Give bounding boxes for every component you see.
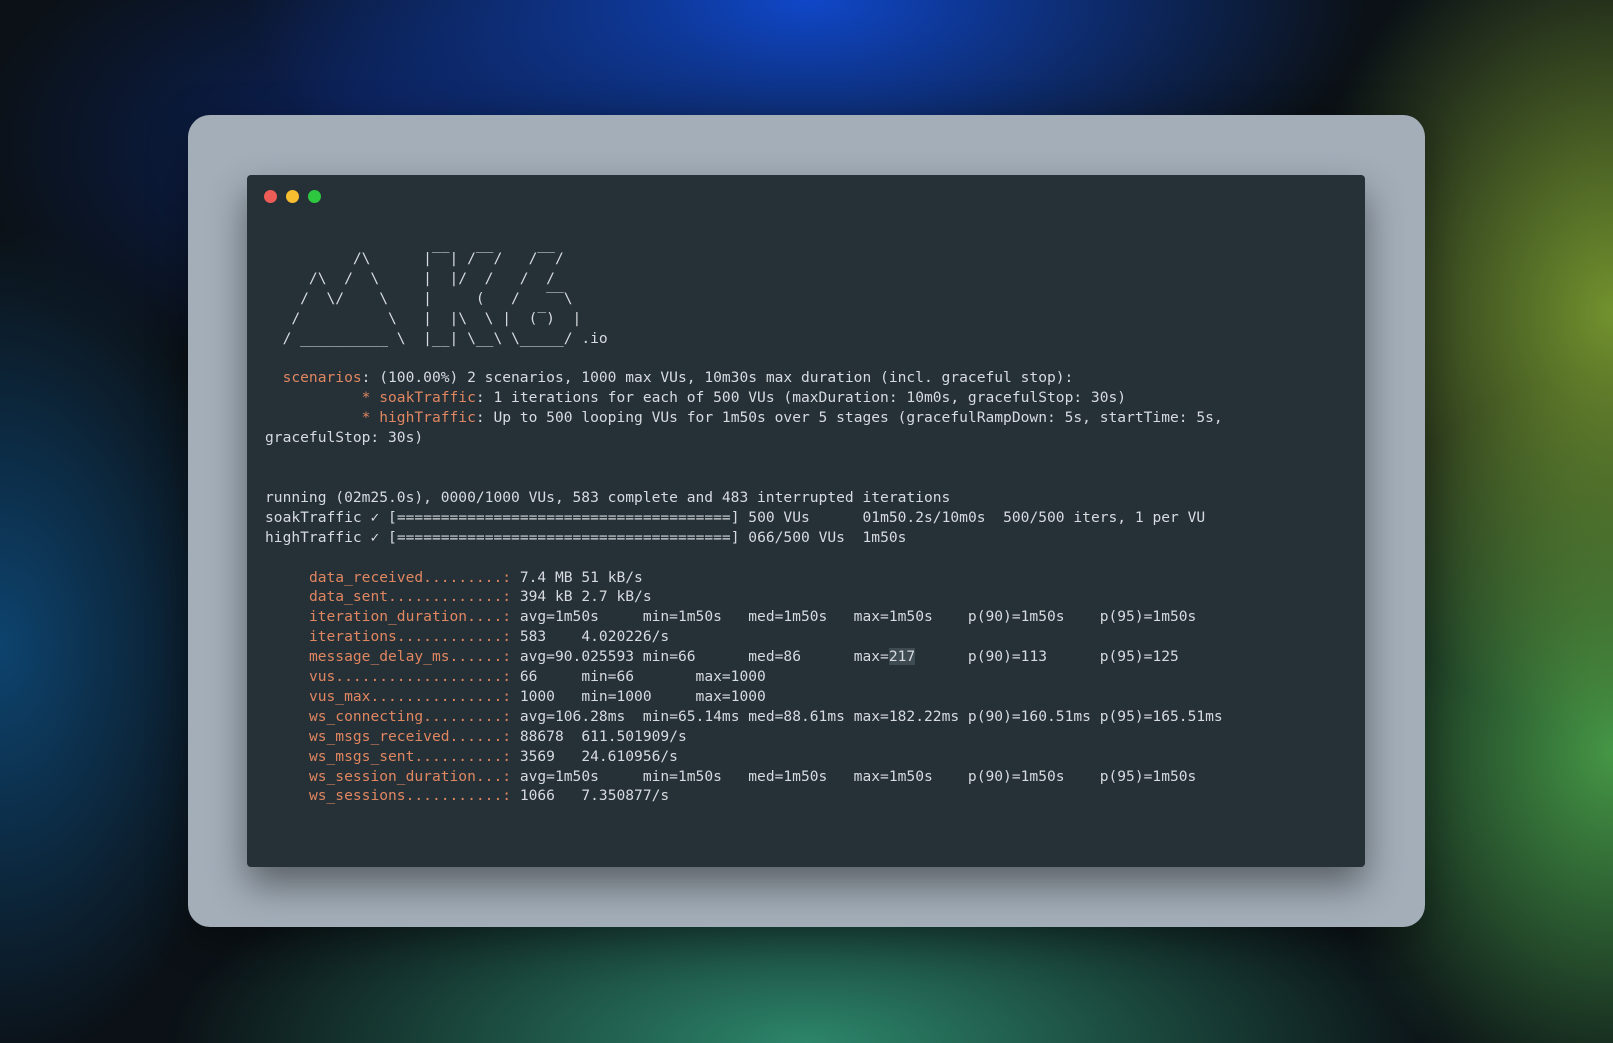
metric-row: vus_max...............: 1000 min=1000 ma…: [265, 688, 766, 705]
metric-value: avg=1m50s min=1m50s med=1m50s max=1m50s …: [519, 767, 1197, 785]
metric-name: data_received: [308, 568, 424, 586]
metric-dots: ......:: [449, 727, 520, 745]
metric-dots: ...................:: [335, 668, 520, 686]
metric-row: message_delay_ms......: avg=90.025593 mi…: [265, 648, 1179, 666]
text-selection-highlight[interactable]: 217: [888, 648, 916, 666]
logo-suffix: .io: [572, 329, 608, 347]
scenarios-summary: : (100.00%) 2 scenarios, 1000 max VUs, 1…: [361, 369, 1074, 387]
metric-value: 3569 24.610956/s: [519, 747, 678, 765]
metric-name: ws_msgs_received: [308, 727, 450, 745]
progress-info: 066/500 VUs 1m50s: [739, 528, 907, 546]
metric-name: ws_sessions: [308, 787, 406, 805]
logo-line: / \ | |\ \ | (‾) |: [265, 309, 582, 327]
check-icon: ✓: [370, 508, 380, 526]
metric-dots: ............:: [396, 628, 520, 646]
close-dot[interactable]: [264, 190, 277, 203]
metric-dots: ....:: [467, 608, 520, 626]
metric-dots: ..........:: [414, 747, 520, 765]
metric-value: 1000 min=1000 max=1000: [519, 687, 766, 705]
metric-name: iteration_duration: [308, 608, 468, 626]
metric-value: avg=1m50s min=1m50s med=1m50s max=1m50s …: [519, 608, 1197, 626]
metric-row: iterations............: 583 4.020226/s: [265, 628, 669, 645]
metric-name: ws_session_duration: [308, 767, 476, 785]
scenario-bullet: *: [265, 409, 380, 427]
metric-name: vus_max: [308, 687, 371, 705]
progress-name: soakTraffic: [265, 508, 362, 526]
metrics-list: data_received.........: 7.4 MB 51 kB/s d…: [265, 569, 1223, 805]
metric-dots: ...............:: [370, 687, 520, 705]
scenario-detail-high: : Up to 500 looping VUs for 1m50s over 5…: [475, 409, 1223, 427]
logo-line: / \/ \ | ( / ‾‾\: [265, 289, 573, 307]
metric-value: 1066 7.350877/s: [519, 787, 670, 805]
k6-logo: /\ |‾‾| /‾‾/ /‾‾/ /\ / \ | |/ / / / / \/…: [265, 250, 608, 347]
metric-dots: .........:: [423, 707, 520, 725]
terminal-window: /\ |‾‾| /‾‾/ /‾‾/ /\ / \ | |/ / / / / \/…: [247, 175, 1365, 867]
logo-line: /\ / \ | |/ / / /: [265, 269, 555, 287]
minimize-dot[interactable]: [286, 190, 299, 203]
logo-line: /\ |‾‾| /‾‾/ /‾‾/: [265, 250, 564, 267]
metric-value: 88678 611.501909/s: [519, 727, 687, 745]
metric-name: vus: [308, 668, 336, 686]
progress-name: highTraffic: [265, 528, 362, 546]
maximize-dot[interactable]: [308, 190, 321, 203]
metric-row: ws_sessions...........: 1066 7.350877/s: [265, 787, 669, 804]
metric-dots: .............:: [388, 588, 520, 606]
scenarios-label: scenarios: [282, 369, 362, 387]
logo-line: / __________ \ |__| \__\ \_____/: [265, 329, 573, 347]
metric-dots: ...:: [475, 767, 520, 785]
metric-value: avg=90.025593 min=66 med=86 max=: [519, 648, 889, 666]
metric-dots: ...........:: [405, 787, 520, 805]
window-controls: [264, 190, 321, 203]
metric-name: data_sent: [308, 588, 389, 606]
scenario-name-soak: soakTraffic: [379, 389, 476, 407]
terminal-output: /\ |‾‾| /‾‾/ /‾‾/ /\ / \ | |/ / / / / \/…: [265, 249, 1355, 806]
metric-dots: .........:: [423, 568, 520, 586]
metric-row: iteration_duration....: avg=1m50s min=1m…: [265, 608, 1196, 625]
metric-row: ws_session_duration...: avg=1m50s min=1m…: [265, 768, 1196, 785]
metric-row: ws_msgs_sent..........: 3569 24.610956/s: [265, 748, 678, 765]
metric-row: ws_msgs_received......: 88678 611.501909…: [265, 728, 687, 745]
metric-name: iterations: [308, 628, 397, 646]
metric-dots: ......:: [449, 648, 520, 666]
metric-value: avg=106.28ms min=65.14ms med=88.61ms max…: [519, 707, 1223, 725]
metric-name: ws_connecting: [308, 707, 424, 725]
metric-value: 7.4 MB 51 kB/s: [519, 568, 643, 586]
metric-row: vus...................: 66 min=66 max=10…: [265, 668, 766, 685]
metric-value: 66 min=66 max=1000: [519, 668, 766, 686]
check-icon: ✓: [370, 528, 380, 546]
progress-row-soak: soakTraffic ✓ [=========================…: [265, 509, 1205, 526]
progress-info: 500 VUs 01m50.2s/10m0s 500/500 iters, 1 …: [739, 508, 1206, 526]
metric-value: 583 4.020226/s: [519, 628, 670, 646]
scenario-detail-soak: : 1 iterations for each of 500 VUs (maxD…: [475, 389, 1127, 407]
metric-row: data_sent.............: 394 kB 2.7 kB/s: [265, 588, 652, 605]
metric-value: 394 kB 2.7 kB/s: [519, 588, 652, 606]
scenario-wrap: gracefulStop: 30s): [265, 429, 424, 447]
progress-bar: [======================================]: [388, 508, 740, 526]
progress-row-high: highTraffic ✓ [=========================…: [265, 529, 906, 546]
metric-name: ws_msgs_sent: [308, 747, 415, 765]
metric-value-after: p(90)=113 p(95)=125: [915, 648, 1179, 666]
progress-bar: [======================================]: [388, 528, 740, 546]
metric-name: message_delay_ms: [308, 648, 450, 666]
scenario-bullet: *: [265, 389, 380, 407]
scenario-name-high: highTraffic: [379, 409, 476, 427]
running-status: running (02m25.0s), 0000/1000 VUs, 583 c…: [265, 488, 951, 506]
metric-row: data_received.........: 7.4 MB 51 kB/s: [265, 569, 643, 586]
metric-row: ws_connecting.........: avg=106.28ms min…: [265, 708, 1223, 725]
